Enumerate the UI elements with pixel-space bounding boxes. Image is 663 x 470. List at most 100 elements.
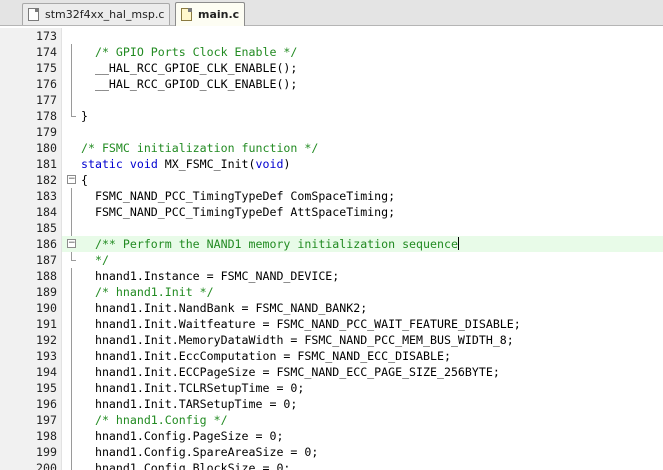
code-text: __HAL_RCC_GPIOE_CLK_ENABLE(); [81,61,298,75]
fold-collapse-icon[interactable]: − [67,239,76,248]
code-line[interactable]: 192 hnand1.Init.MemoryDataWidth = FSMC_N… [0,332,663,348]
code-line[interactable]: 176 __HAL_RCC_GPIOD_CLK_ENABLE(); [0,76,663,92]
fold-guide-line [71,284,72,300]
fold-margin [64,268,78,284]
fold-end-marker [71,252,76,261]
code-text: FSMC_NAND_PCC_TimingTypeDef ComSpaceTimi… [81,189,396,203]
fold-margin [64,252,78,268]
code-line[interactable]: 194 hnand1.Init.ECCPageSize = FSMC_NAND_… [0,364,663,380]
line-number: 177 [0,92,62,108]
line-number: 196 [0,396,62,412]
fold-collapse-icon[interactable]: − [67,175,76,184]
fold-margin [64,124,78,140]
code-line[interactable]: 183 FSMC_NAND_PCC_TimingTypeDef ComSpace… [0,188,663,204]
line-number: 185 [0,220,62,236]
code-line[interactable]: 173 [0,28,663,44]
code-text: hnand1.Init.MemoryDataWidth = FSMC_NAND_… [81,333,514,347]
fold-margin [64,220,78,236]
code-line[interactable]: 174 /* GPIO Ports Clock Enable */ [0,44,663,60]
fold-margin [64,92,78,108]
code-line[interactable]: 181 static void MX_FSMC_Init(void) [0,156,663,172]
fold-guide-line [71,44,72,60]
fold-guide-line [71,60,72,76]
code-text: /* GPIO Ports Clock Enable */ [81,45,298,59]
code-line[interactable]: 191 hnand1.Init.Waitfeature = FSMC_NAND_… [0,316,663,332]
code-text: { [81,173,88,187]
fold-margin: − [64,236,78,252]
code-line[interactable]: 187 */ [0,252,663,268]
code-line[interactable]: 197 /* hnand1.Config */ [0,412,663,428]
fold-margin [64,300,78,316]
fold-guide-line [71,220,72,236]
fold-margin [64,332,78,348]
fold-guide-line [71,444,72,460]
code-line[interactable]: 177 [0,92,663,108]
line-number: 180 [0,140,62,156]
fold-margin [64,140,78,156]
fold-guide-line [71,204,72,220]
fold-end-marker [71,108,76,117]
fold-guide-line [71,460,72,470]
code-line[interactable]: 179 [0,124,663,140]
fold-margin [64,444,78,460]
code-editor[interactable]: 173 174 /* GPIO Ports Clock Enable */175 … [0,26,663,470]
line-number: 175 [0,60,62,76]
line-number: 176 [0,76,62,92]
fold-guide-line [71,316,72,332]
line-number: 182 [0,172,62,188]
fold-guide-line [71,364,72,380]
tab-main-c[interactable]: main.c [175,2,245,26]
c-file-icon [181,8,192,21]
fold-margin [64,396,78,412]
code-text: /* hnand1.Init */ [81,285,214,299]
code-line[interactable]: 193 hnand1.Init.EccComputation = FSMC_NA… [0,348,663,364]
code-line[interactable]: 182−{ [0,172,663,188]
fold-margin [64,460,78,470]
code-line[interactable]: 175 __HAL_RCC_GPIOE_CLK_ENABLE(); [0,60,663,76]
code-line[interactable]: 195 hnand1.Init.TCLRSetupTime = 0; [0,380,663,396]
fold-guide-line [71,92,72,108]
code-line[interactable]: 185 [0,220,663,236]
code-line[interactable]: 180 /* FSMC initialization function */ [0,140,663,156]
fold-margin [64,364,78,380]
code-text: hnand1.Config.SpareAreaSize = 0; [81,445,319,459]
fold-margin [64,28,78,44]
tab-label: stm32f4xx_hal_msp.c [45,8,165,21]
code-text: hnand1.Init.Waitfeature = FSMC_NAND_PCC_… [81,317,521,331]
line-number: 190 [0,300,62,316]
code-line[interactable]: 196 hnand1.Init.TARSetupTime = 0; [0,396,663,412]
fold-guide-line [71,332,72,348]
fold-guide-line [71,268,72,284]
code-line[interactable]: 184 FSMC_NAND_PCC_TimingTypeDef AttSpace… [0,204,663,220]
fold-guide-line [71,348,72,364]
code-text: hnand1.Init.NandBank = FSMC_NAND_BANK2; [81,301,368,315]
tab-label: main.c [198,8,240,21]
line-number: 197 [0,412,62,428]
fold-margin [64,412,78,428]
line-number: 186 [0,236,62,252]
code-text: /* FSMC initialization function */ [81,141,319,155]
line-number: 183 [0,188,62,204]
line-number: 193 [0,348,62,364]
fold-guide-line [71,428,72,444]
code-line[interactable]: 189 /* hnand1.Init */ [0,284,663,300]
code-line[interactable]: 198 hnand1.Config.PageSize = 0; [0,428,663,444]
code-line[interactable]: 200 hnand1.Config.BlockSize = 0; [0,460,663,470]
c-file-icon [28,8,39,21]
code-line[interactable]: 188 hnand1.Instance = FSMC_NAND_DEVICE; [0,268,663,284]
line-number: 198 [0,428,62,444]
fold-guide-line [71,188,72,204]
code-text: FSMC_NAND_PCC_TimingTypeDef AttSpaceTimi… [81,205,396,219]
code-line[interactable]: 190 hnand1.Init.NandBank = FSMC_NAND_BAN… [0,300,663,316]
code-line[interactable]: 186− /** Perform the NAND1 memory initia… [0,236,663,252]
fold-margin [64,428,78,444]
code-line[interactable]: 199 hnand1.Config.SpareAreaSize = 0; [0,444,663,460]
fold-margin [64,284,78,300]
code-line[interactable]: 178} [0,108,663,124]
line-number: 188 [0,268,62,284]
line-number: 178 [0,108,62,124]
fold-margin [64,156,78,172]
line-number: 189 [0,284,62,300]
tab-stm32f4xx-hal-msp[interactable]: stm32f4xx_hal_msp.c [22,3,170,25]
tab-bar: stm32f4xx_hal_msp.c main.c [0,0,663,26]
